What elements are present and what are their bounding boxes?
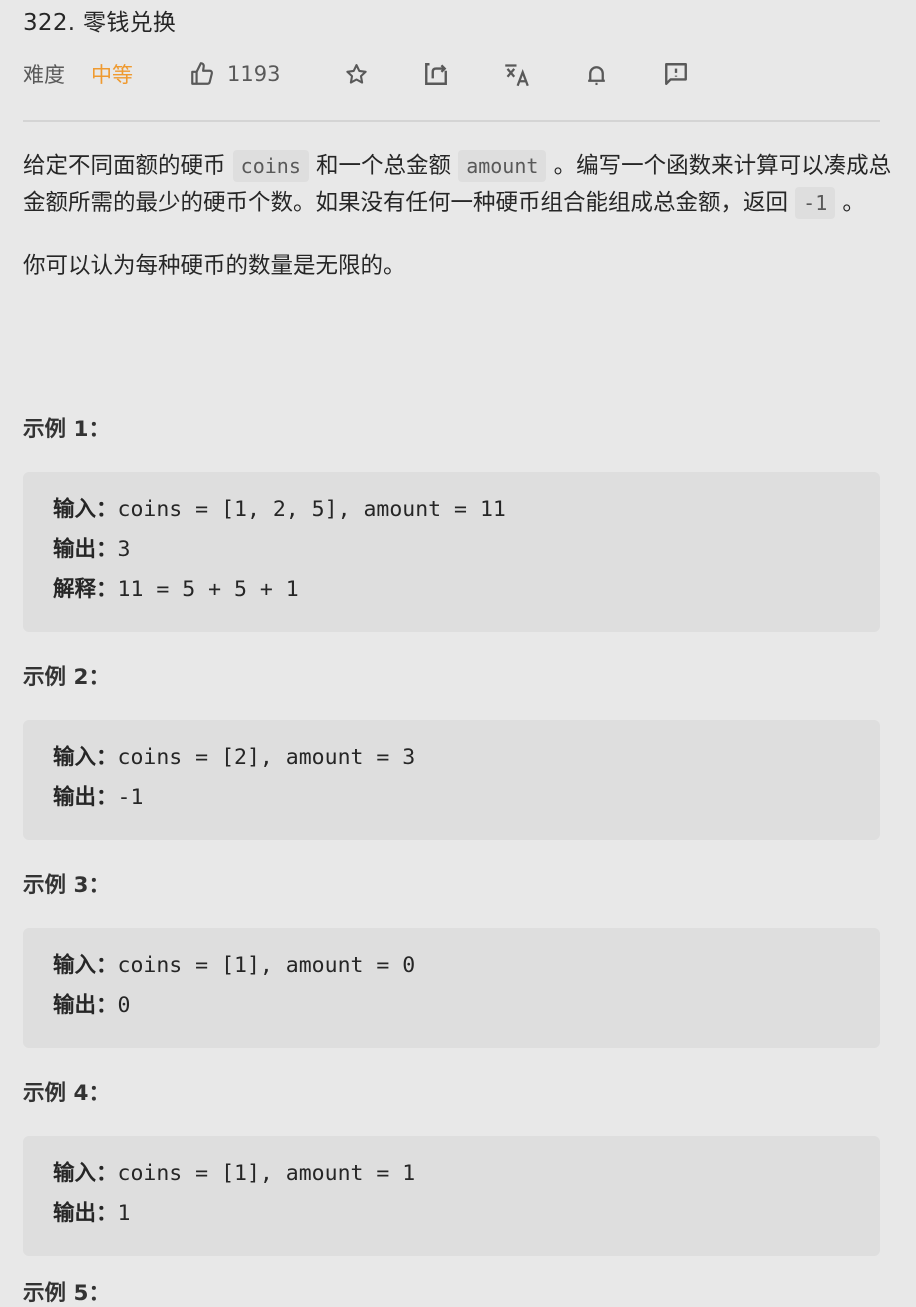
line-key: 输入： bbox=[53, 1161, 118, 1186]
problem-description: 给定不同面额的硬币 coins 和一个总金额 amount 。编写一个函数来计算… bbox=[23, 148, 893, 285]
inline-code-amount: amount bbox=[458, 150, 547, 182]
feedback-button[interactable] bbox=[660, 58, 692, 90]
share-button[interactable] bbox=[420, 58, 452, 90]
bell-icon bbox=[587, 65, 605, 85]
difficulty-badge: 中等 bbox=[91, 63, 133, 87]
problem-title: 322. 零钱兑换 bbox=[23, 10, 177, 36]
line-value: coins = [1], amount = 0 bbox=[117, 953, 416, 978]
example-2-title: 示例 2： bbox=[23, 665, 110, 690]
line-key: 解释： bbox=[53, 577, 118, 602]
thumbs-up-icon bbox=[191, 62, 213, 85]
example-4-title: 示例 4： bbox=[23, 1081, 110, 1106]
text: 和一个总金额 bbox=[308, 153, 459, 179]
line-value: 1 bbox=[117, 1201, 131, 1226]
example-line: 输出：1 bbox=[53, 1194, 880, 1234]
example-line: 输出：0 bbox=[53, 986, 880, 1026]
example-5-title: 示例 5： bbox=[23, 1281, 110, 1306]
inline-code-coins: coins bbox=[232, 150, 309, 182]
text: 。 bbox=[835, 190, 865, 216]
line-value: coins = [1], amount = 1 bbox=[117, 1161, 416, 1186]
description-paragraph: 给定不同面额的硬币 coins 和一个总金额 amount 。编写一个函数来计算… bbox=[23, 148, 893, 222]
problem-meta-bar: 难度 中等 1193 bbox=[23, 58, 883, 90]
translate-icon bbox=[504, 63, 529, 86]
favorite-button[interactable] bbox=[340, 58, 372, 90]
line-key: 输出： bbox=[53, 537, 118, 562]
example-4-box: 输入：coins = [1], amount = 1 输出：1 bbox=[23, 1136, 880, 1256]
example-line: 解释：11 = 5 + 5 + 1 bbox=[53, 570, 880, 610]
line-key: 输入： bbox=[53, 497, 118, 522]
example-line: 输入：coins = [1], amount = 0 bbox=[53, 946, 880, 986]
like-count: 1193 bbox=[227, 62, 281, 86]
feedback-icon bbox=[665, 63, 687, 85]
line-key: 输入： bbox=[53, 953, 118, 978]
example-line: 输入：coins = [2], amount = 3 bbox=[53, 738, 880, 778]
example-line: 输入：coins = [1, 2, 5], amount = 11 bbox=[53, 490, 880, 530]
notification-button[interactable] bbox=[580, 58, 612, 90]
example-1-box: 输入：coins = [1, 2, 5], amount = 11 输出：3 解… bbox=[23, 472, 880, 632]
example-3-title: 示例 3： bbox=[23, 873, 110, 898]
share-icon bbox=[425, 63, 447, 85]
line-value: 11 = 5 + 5 + 1 bbox=[117, 577, 299, 602]
line-key: 输出： bbox=[53, 993, 118, 1018]
line-value: coins = [1, 2, 5], amount = 11 bbox=[117, 497, 506, 522]
translate-button[interactable] bbox=[500, 58, 532, 90]
example-2-box: 输入：coins = [2], amount = 3 输出：-1 bbox=[23, 720, 880, 840]
like-button[interactable]: 1193 bbox=[189, 58, 280, 90]
inline-code-minus-one: -1 bbox=[795, 187, 836, 219]
difficulty-label: 难度 bbox=[23, 63, 65, 87]
header-divider bbox=[23, 120, 880, 122]
example-line: 输出：3 bbox=[53, 530, 880, 570]
example-line: 输出：-1 bbox=[53, 778, 880, 818]
description-note: 你可以认为每种硬币的数量是无限的。 bbox=[23, 253, 406, 279]
text: 给定不同面额的硬币 bbox=[23, 153, 233, 179]
example-line: 输入：coins = [1], amount = 1 bbox=[53, 1154, 880, 1194]
line-key: 输出： bbox=[53, 1201, 118, 1226]
line-key: 输入： bbox=[53, 745, 118, 770]
example-3-box: 输入：coins = [1], amount = 0 输出：0 bbox=[23, 928, 880, 1048]
line-value: coins = [2], amount = 3 bbox=[117, 745, 416, 770]
line-value: 3 bbox=[117, 537, 131, 562]
line-value: 0 bbox=[117, 993, 131, 1018]
line-value: -1 bbox=[117, 785, 144, 810]
star-icon bbox=[345, 63, 367, 84]
example-1-title: 示例 1： bbox=[23, 417, 110, 442]
line-key: 输出： bbox=[53, 785, 118, 810]
